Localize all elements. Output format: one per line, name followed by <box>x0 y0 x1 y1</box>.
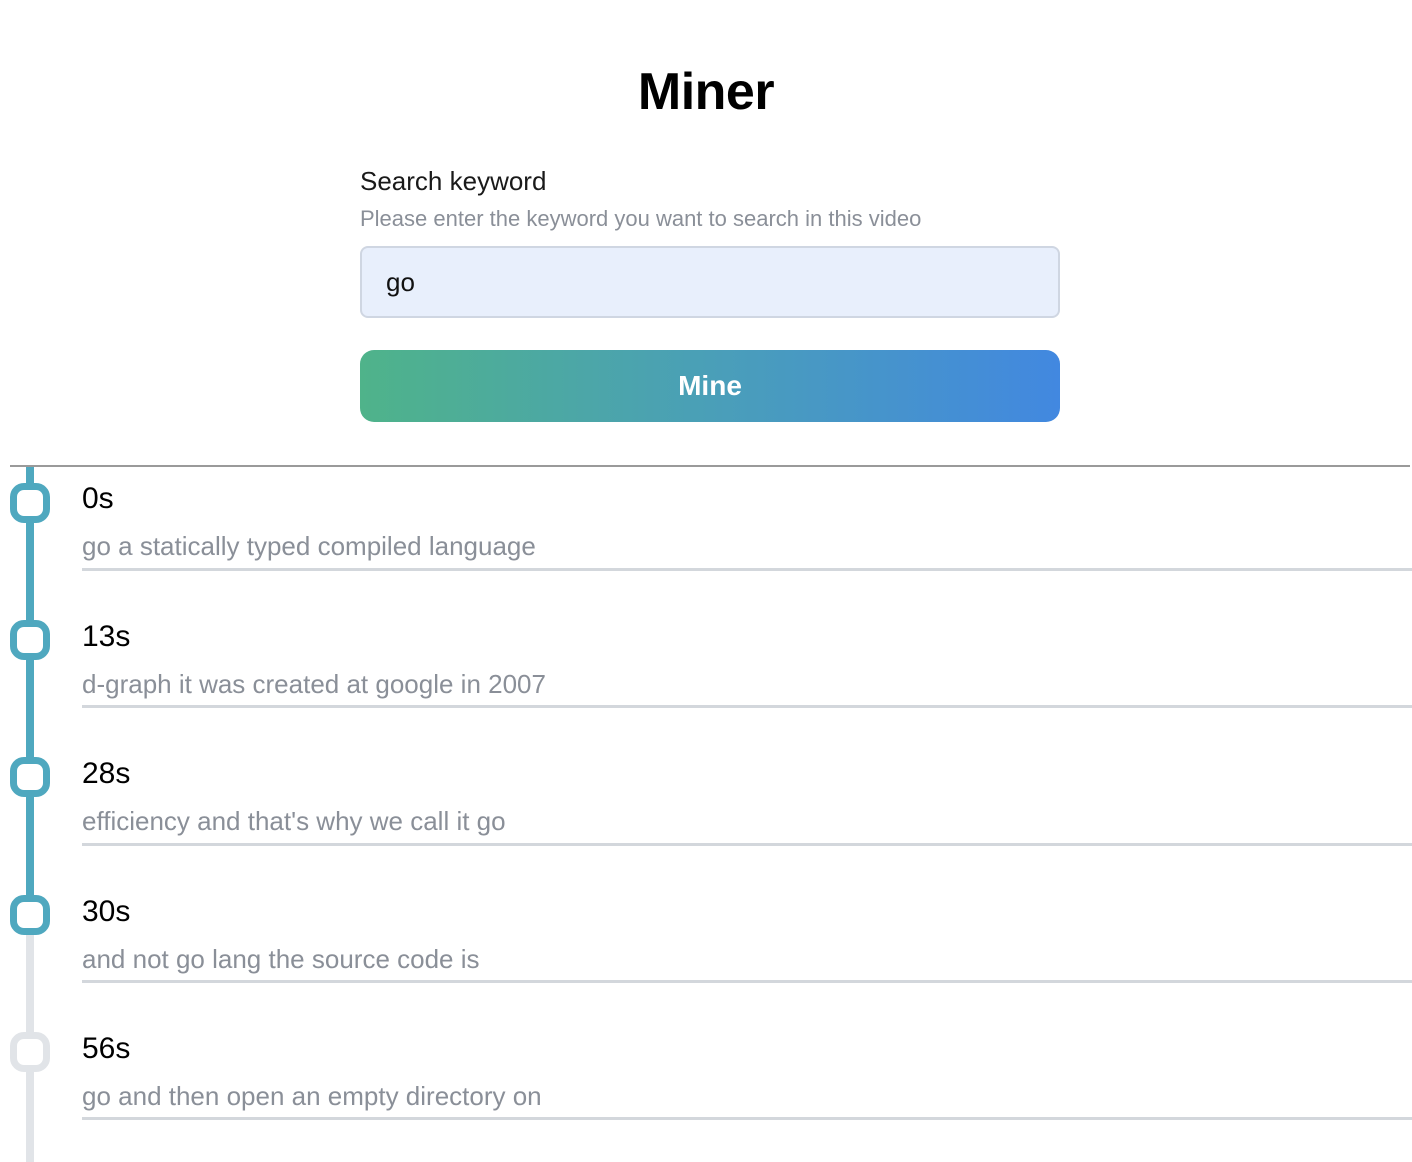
timeline-node <box>10 757 50 797</box>
page-title: Miner <box>637 63 775 121</box>
mine-button[interactable]: Mine <box>360 350 1060 422</box>
miner-page: Miner Search keyword Please enter the ke… <box>0 0 1412 1162</box>
result-separator <box>82 568 1412 571</box>
result-transcript: d-graph it was created at google in 2007 <box>82 669 546 699</box>
result-timestamp[interactable]: 13s <box>82 619 130 655</box>
result-separator <box>82 980 1412 983</box>
search-keyword-input[interactable] <box>360 246 1060 318</box>
result-transcript: and not go lang the source code is <box>82 944 480 974</box>
result-separator <box>82 1117 1412 1120</box>
timeline-node <box>10 620 50 660</box>
result-timestamp[interactable]: 28s <box>82 756 130 792</box>
result-timestamp[interactable]: 30s <box>82 894 130 930</box>
result-timestamp[interactable]: 56s <box>82 1031 130 1067</box>
search-keyword-help: Please enter the keyword you want to sea… <box>360 206 922 231</box>
result-transcript: go a statically typed compiled language <box>82 531 536 561</box>
search-keyword-label: Search keyword <box>360 166 547 196</box>
result-transcript: go and then open an empty directory on <box>82 1081 542 1111</box>
results-timeline: 0s go a statically typed compiled langua… <box>0 467 1412 1162</box>
result-timestamp[interactable]: 0s <box>82 481 114 517</box>
timeline-connector <box>26 467 34 915</box>
timeline-node <box>10 1032 50 1072</box>
result-separator <box>82 843 1412 846</box>
result-separator <box>82 705 1412 708</box>
timeline-node <box>10 483 50 523</box>
timeline-node <box>10 895 50 935</box>
result-transcript: efficiency and that's why we call it go <box>82 806 506 836</box>
